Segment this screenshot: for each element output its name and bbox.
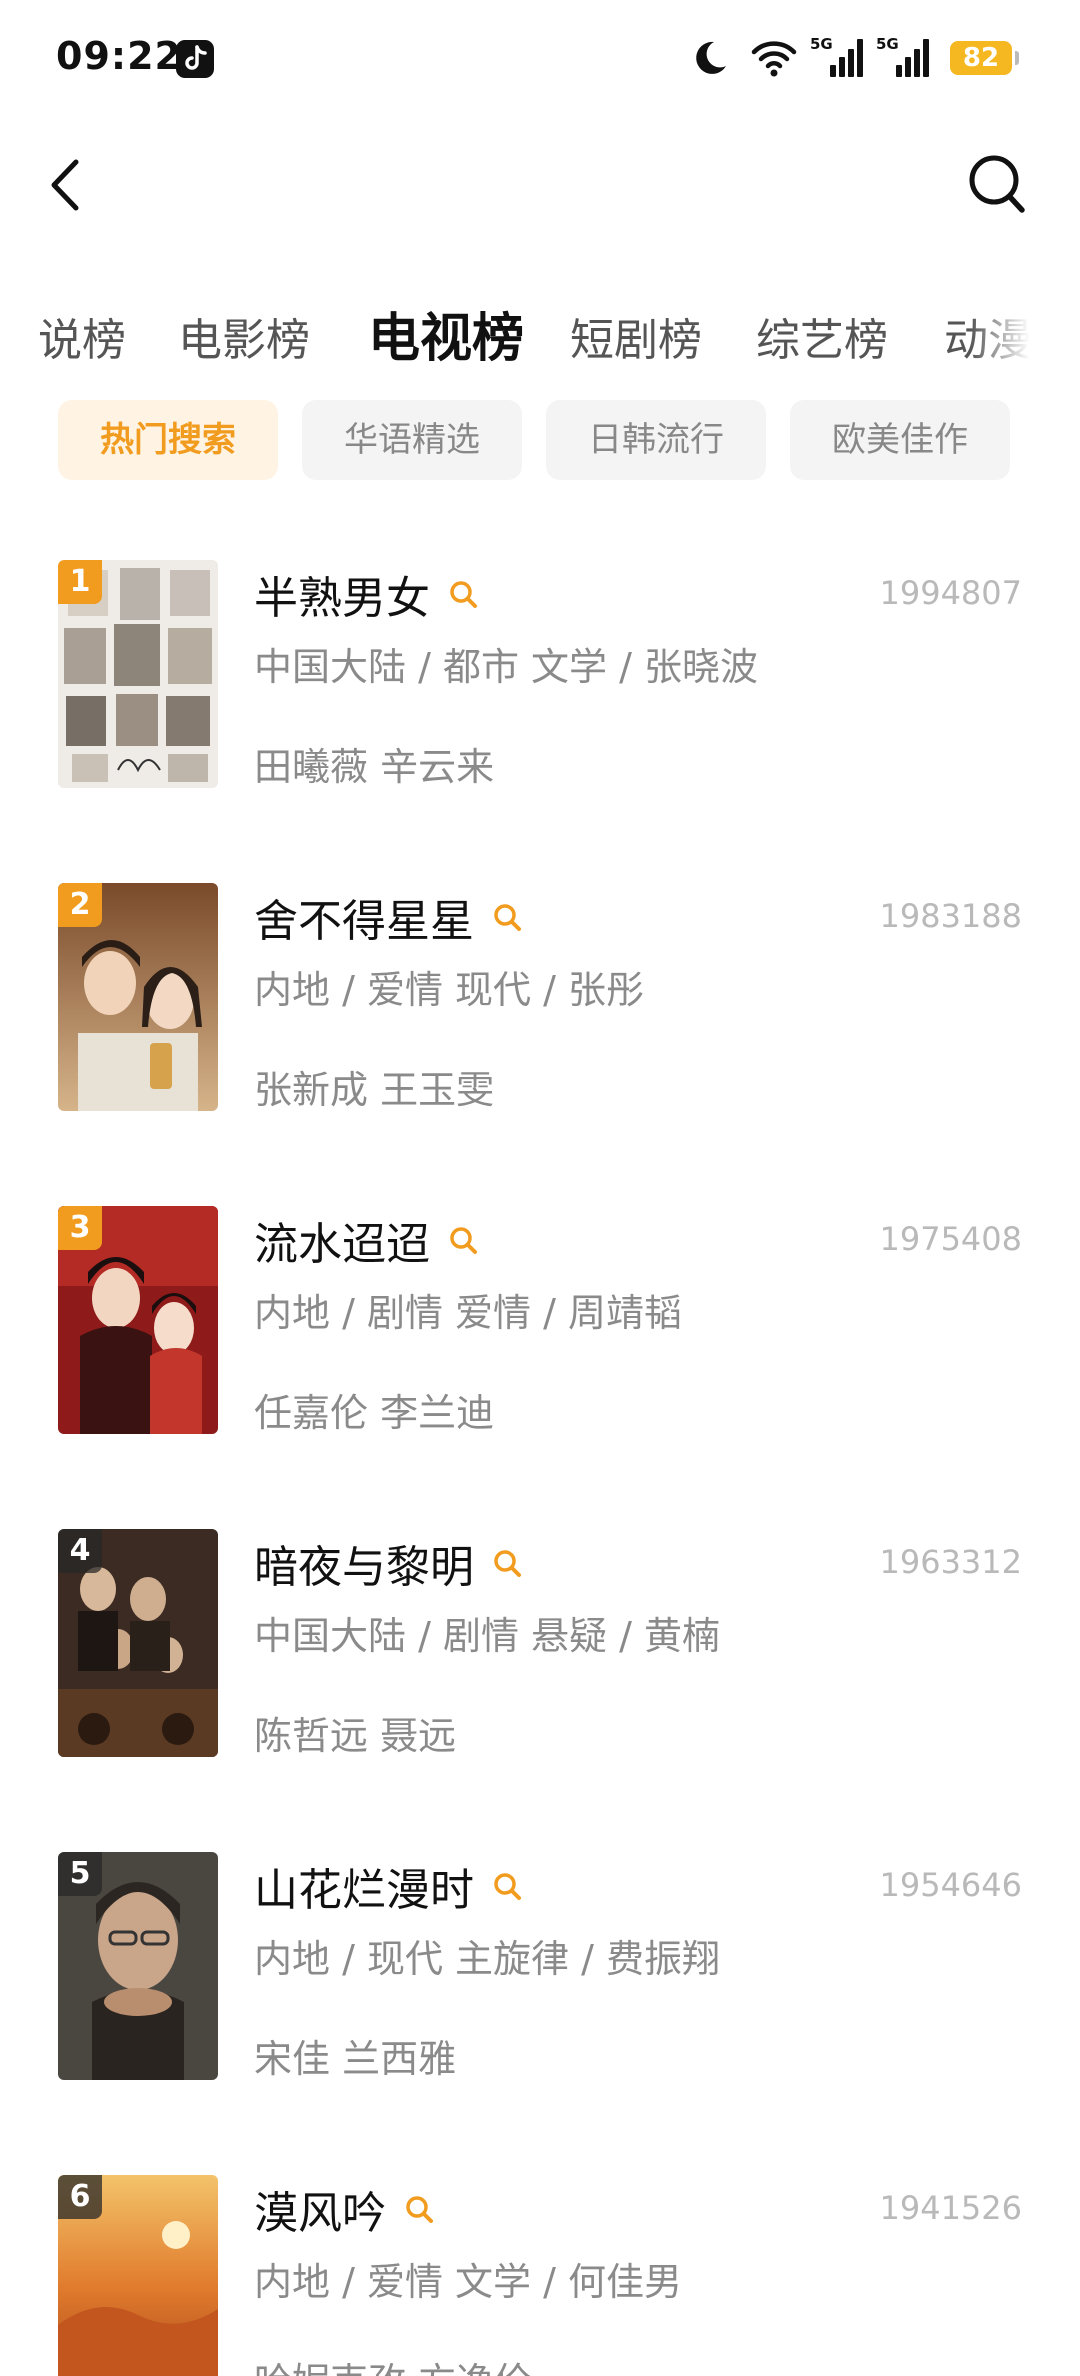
tab-movie[interactable]: 电影榜 (178, 304, 310, 368)
search-hot-icon (494, 1873, 521, 1900)
item-meta: 内地 / 爱情 现代 / 张彤 (254, 968, 645, 1012)
item-meta: 内地 / 现代 主旋律 / 费振翔 (254, 1937, 721, 1981)
heat-value: 1983188 (879, 897, 1022, 935)
category-tabs: 说榜 电影榜 电视榜 短剧榜 综艺榜 动漫榜 (0, 290, 1040, 380)
heat-value: 1963312 (879, 1543, 1022, 1581)
list-item[interactable]: 1 半熟男女 1994807 中国大陆 / 都市 文学 / 张晓波 田曦薇 辛云… (0, 560, 1080, 800)
poster-image: 5 (58, 1852, 218, 2080)
heat-value: 1994807 (879, 574, 1022, 612)
subtab-japan-korea[interactable]: 日韩流行 (546, 400, 766, 480)
search-button[interactable] (966, 150, 1028, 216)
tab-short-drama[interactable]: 短剧榜 (570, 304, 702, 368)
item-cast: 田曦薇 辛云来 (254, 745, 495, 789)
heat-value: 1941526 (879, 2189, 1022, 2227)
item-meta: 内地 / 爱情 文学 / 何佳男 (254, 2260, 683, 2304)
signal-5g-icon: 5G (810, 35, 863, 79)
rank-badge: 3 (58, 1206, 102, 1250)
poster-image: 2 (58, 883, 218, 1111)
item-title-text: 半熟男女 (254, 573, 430, 624)
list-item[interactable]: 5 山花烂漫时 1954646 内地 / 现代 主旋律 / 费振翔 宋佳 兰西雅 (0, 1852, 1080, 2092)
poster-image: 6 (58, 2175, 218, 2376)
search-hot-icon (450, 1227, 477, 1254)
poster-image: 3 (58, 1206, 218, 1434)
tab-tv[interactable]: 电视榜 (368, 296, 524, 371)
item-title: 漠风吟 (254, 2177, 434, 2241)
rank-badge: 5 (58, 1852, 102, 1896)
rank-badge: 1 (58, 560, 102, 604)
tab-novel[interactable]: 说榜 (38, 304, 126, 368)
list-item[interactable]: 4 暗夜与黎明 1963312 中国大陆 / 剧情 悬疑 / 黄楠 陈哲远 聂远 (0, 1529, 1080, 1769)
item-title-text: 漠风吟 (254, 2188, 386, 2239)
tabs-fade (970, 290, 1040, 380)
search-hot-icon (406, 2196, 433, 2223)
list-item[interactable]: 6 漠风吟 1941526 内地 / 爱情 文学 / 何佳男 哈妮克孜 方逸伦 (0, 2175, 1080, 2376)
search-hot-icon (450, 581, 477, 608)
item-title-text: 暗夜与黎明 (254, 1542, 474, 1593)
tab-variety[interactable]: 综艺榜 (756, 304, 888, 368)
heat-value: 1975408 (879, 1220, 1022, 1258)
list-item[interactable]: 3 流水迢迢 1975408 内地 / 剧情 爱情 / 周靖韬 任嘉伦 李兰迪 (0, 1206, 1080, 1446)
poster-image: 4 (58, 1529, 218, 1757)
item-cast: 任嘉伦 李兰迪 (254, 1391, 495, 1435)
item-meta: 内地 / 剧情 爱情 / 周靖韬 (254, 1291, 683, 1335)
list-item[interactable]: 2 舍不得星星 1983188 内地 / 爱情 现代 / 张彤 张新成 王玉雯 (0, 883, 1080, 1123)
search-hot-icon (494, 904, 521, 931)
moon-icon (696, 41, 726, 74)
item-cast: 陈哲远 聂远 (254, 1714, 457, 1758)
heat-value: 1954646 (879, 1866, 1022, 1904)
item-meta: 中国大陆 / 剧情 悬疑 / 黄楠 (254, 1614, 721, 1658)
item-title-text: 流水迢迢 (254, 1219, 430, 1270)
subtab-western[interactable]: 欧美佳作 (790, 400, 1010, 480)
rank-badge: 4 (58, 1529, 102, 1573)
item-cast: 张新成 王玉雯 (254, 1068, 495, 1112)
item-title-text: 山花烂漫时 (254, 1865, 474, 1916)
poster-image: 1 (58, 560, 218, 788)
back-button[interactable] (42, 150, 86, 220)
battery-icon: 82 (950, 41, 1019, 75)
status-time: 09:22 (56, 34, 182, 78)
status-bar: 09:22 5G 5G 82 (0, 0, 1080, 120)
rank-badge: 2 (58, 883, 102, 927)
signal-label: 5G (810, 35, 833, 53)
signal-5g-icon: 5G (876, 35, 929, 79)
battery-level: 82 (962, 43, 1000, 73)
wifi-icon (751, 41, 797, 77)
signal-label: 5G (876, 35, 899, 53)
item-title: 流水迢迢 (254, 1208, 478, 1272)
item-meta: 中国大陆 / 都市 文学 / 张晓波 (254, 645, 759, 689)
item-title: 山花烂漫时 (254, 1854, 522, 1918)
search-hot-icon (494, 1550, 521, 1577)
rank-badge: 6 (58, 2175, 102, 2219)
item-title: 半熟男女 (254, 562, 478, 626)
item-title: 暗夜与黎明 (254, 1531, 522, 1595)
item-title: 舍不得星星 (254, 885, 522, 949)
subtab-hot-search[interactable]: 热门搜索 (58, 400, 278, 480)
tiktok-notification-icon (176, 40, 214, 78)
item-cast: 宋佳 兰西雅 (254, 2037, 457, 2081)
subtab-chinese[interactable]: 华语精选 (302, 400, 522, 480)
item-title-text: 舍不得星星 (254, 896, 474, 947)
item-cast: 哈妮克孜 方逸伦 (254, 2351, 532, 2376)
